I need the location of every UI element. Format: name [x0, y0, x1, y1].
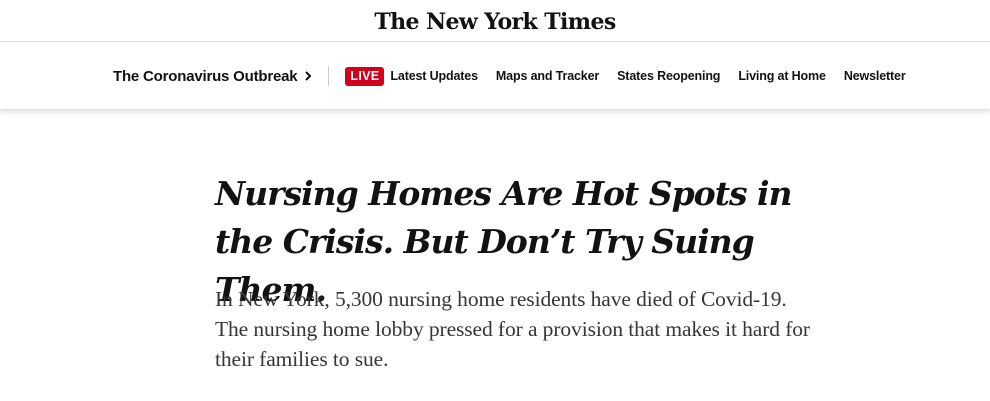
masthead: The New York Times — [0, 0, 990, 42]
section-title-link[interactable]: The Coronavirus Outbreak — [113, 68, 313, 85]
nav-divider — [328, 66, 330, 86]
chevron-right-icon — [303, 69, 313, 83]
nav-link-newsletter[interactable]: Newsletter — [844, 69, 906, 83]
nav-link-states-reopening[interactable]: States Reopening — [617, 69, 720, 83]
nav-link-living-at-home[interactable]: Living at Home — [738, 69, 826, 83]
section-nav: The Coronavirus Outbreak LIVE Latest Upd… — [0, 42, 990, 110]
section-title-label: The Coronavirus Outbreak — [113, 67, 298, 85]
nav-link-latest-updates[interactable]: Latest Updates — [390, 69, 478, 83]
nyt-logo[interactable]: The New York Times — [374, 11, 616, 33]
live-badge: LIVE — [345, 66, 385, 86]
nav-link-maps-and-tracker[interactable]: Maps and Tracker — [496, 69, 599, 83]
article-summary: In New York, 5,300 nursing home resident… — [215, 287, 810, 371]
section-nav-inner: The Coronavirus Outbreak LIVE Latest Upd… — [113, 42, 906, 110]
